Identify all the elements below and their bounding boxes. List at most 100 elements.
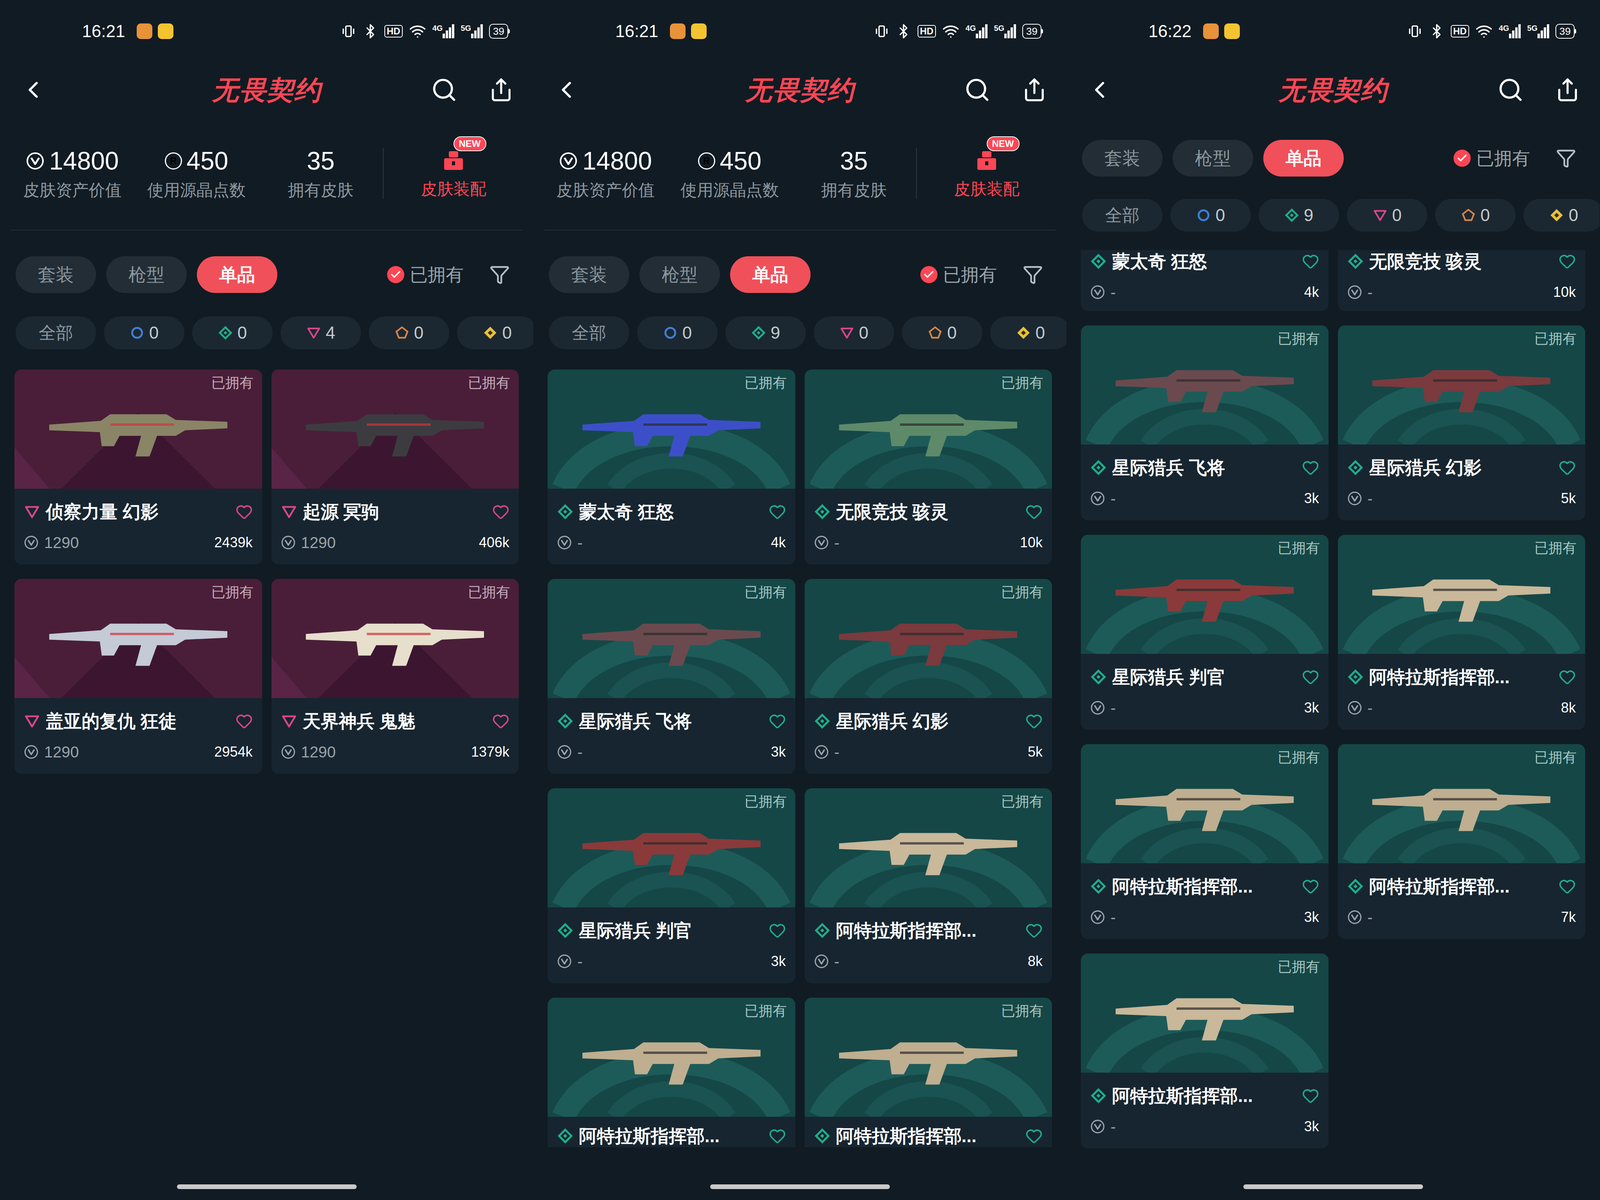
favorite-heart-icon[interactable] [235,712,253,730]
favorite-heart-icon[interactable] [768,712,786,730]
favorite-heart-icon[interactable] [768,1127,786,1145]
skin-card[interactable]: 无限竞技 骇灵-10k [1337,250,1586,311]
skin-card[interactable]: 已拥有星际猎兵 幻影-5k [1337,325,1586,521]
search-icon[interactable] [1497,76,1524,104]
favorite-heart-icon[interactable] [235,503,253,521]
share-icon[interactable] [1555,77,1581,103]
valorant-points-icon [1347,491,1363,506]
tier-filter-pill[interactable]: 0 [457,316,534,350]
back-icon[interactable] [1085,76,1114,104]
category-tab[interactable]: 单品 [730,256,811,293]
favorite-heart-icon[interactable] [1301,1087,1320,1105]
back-icon[interactable] [552,76,581,104]
tier-filter-pill[interactable]: 0 [103,316,185,350]
tier-filter-pill[interactable]: 0 [1435,198,1516,232]
skin-card[interactable]: 已拥有阿特拉斯指挥部...-8k [1337,534,1586,730]
favorite-heart-icon[interactable] [1558,252,1576,270]
search-icon[interactable] [430,76,458,104]
tier-filter-pill[interactable]: 全部 [1082,198,1163,232]
favorite-heart-icon[interactable] [492,503,510,521]
home-indicator[interactable] [1243,1184,1424,1190]
category-tab[interactable]: 单品 [196,256,278,293]
skin-card[interactable]: 已拥有星际猎兵 幻影-5k [804,578,1053,774]
category-tab[interactable]: 套装 [15,256,97,293]
owned-filter[interactable]: 已拥有 [387,265,464,284]
cellular-signal: 4G [1498,24,1522,39]
skin-card[interactable]: 已拥有盖亚的复仇 狂徒12902954k [14,578,263,774]
home-indicator[interactable] [176,1184,357,1190]
tier-filter-pill[interactable]: 4 [280,316,361,350]
tier-filter-pill[interactable]: 0 [368,316,450,350]
category-tab[interactable]: 单品 [1263,139,1344,177]
tier-filter-pill[interactable]: 9 [1258,198,1340,232]
skin-card[interactable]: 已拥有阿特拉斯指挥部... [804,997,1053,1148]
skin-card[interactable]: 已拥有阿特拉斯指挥部...-3k [1080,953,1329,1149]
tier-filter-pill[interactable]: 0 [901,316,983,350]
favorite-heart-icon[interactable] [1025,921,1043,940]
skin-card[interactable]: 已拥有侦察力量 幻影12902439k [14,369,263,565]
favorite-heart-icon[interactable] [1301,458,1320,477]
skin-loadout-button[interactable]: NEW皮肤装配 [916,149,1057,198]
favorite-heart-icon[interactable] [1301,252,1320,270]
share-icon[interactable] [1021,77,1047,103]
skin-card[interactable]: 蒙太奇 狂怒-4k [1080,250,1329,311]
search-icon[interactable] [964,76,991,104]
favorite-heart-icon[interactable] [1301,668,1320,686]
skin-card[interactable]: 已拥有蒙太奇 狂怒-4k [547,369,796,565]
skin-card[interactable]: 已拥有星际猎兵 判官-3k [547,788,796,984]
favorite-heart-icon[interactable] [1025,712,1043,730]
weapon-skin-icon [834,605,1022,672]
skin-card[interactable]: 已拥有阿特拉斯指挥部...-3k [1080,744,1329,940]
skin-card[interactable]: 已拥有星际猎兵 飞将-3k [1080,325,1329,521]
owned-filter[interactable]: 已拥有 [920,265,997,284]
filter-icon[interactable] [1555,148,1577,169]
filter-icon[interactable] [489,264,510,285]
home-indicator[interactable] [710,1184,890,1190]
favorite-heart-icon[interactable] [492,712,510,730]
favorite-heart-icon[interactable] [1025,503,1043,521]
skin-card[interactable]: 已拥有星际猎兵 判官-3k [1080,534,1329,730]
back-icon[interactable] [19,76,47,104]
skin-card[interactable]: 已拥有星际猎兵 飞将-3k [547,578,796,774]
category-tab[interactable]: 套装 [1082,139,1163,177]
favorite-heart-icon[interactable] [1558,458,1576,477]
tier-filter-pill[interactable]: 9 [725,316,806,350]
tier-filter-pill[interactable]: 全部 [15,316,97,350]
tier-filter-pill[interactable]: 0 [1346,198,1428,232]
tier-filter-pill[interactable]: 0 [990,316,1067,350]
tier-filter-pill[interactable]: 全部 [548,316,630,350]
skin-card[interactable]: 已拥有无限竞技 骇灵-10k [804,369,1053,565]
favorite-heart-icon[interactable] [1558,877,1576,895]
share-icon[interactable] [488,77,514,103]
ultra-tier-icon [1549,207,1565,223]
tier-filter-pill[interactable]: 0 [192,316,273,350]
checkmark-icon [923,268,935,281]
skin-card[interactable]: 已拥有起源 冥驹1290406k [271,369,520,565]
skin-card[interactable]: 已拥有阿特拉斯指挥部...-8k [804,788,1053,984]
skin-card[interactable]: 已拥有天界神兵 鬼魅12901379k [271,578,520,774]
category-tab[interactable]: 套装 [548,256,630,293]
tier-filter-pill[interactable]: 0 [813,316,895,350]
skin-card[interactable]: 已拥有阿特拉斯指挥部...-7k [1337,744,1586,940]
tier-filter-pill[interactable]: 0 [1170,198,1251,232]
favorite-heart-icon[interactable] [768,921,786,940]
tier-filter-pill[interactable]: 0 [1523,198,1600,232]
cellular-signal: 4G [432,24,455,39]
owned-filter[interactable]: 已拥有 [1453,149,1531,168]
gesture-area [1066,1152,1600,1200]
weapon-skin-icon [1110,351,1299,419]
skin-card[interactable]: 已拥有阿特拉斯指挥部... [547,997,796,1148]
favorite-heart-icon[interactable] [1025,1127,1043,1145]
skin-loadout-button[interactable]: NEW皮肤装配 [383,149,524,198]
tier-filter-pill[interactable]: 0 [637,316,718,350]
filter-icon[interactable] [1022,264,1043,285]
valorant-points-icon [280,535,296,550]
category-tab[interactable]: 枪型 [1172,139,1254,177]
valorant-points-icon [1347,700,1363,716]
category-tab[interactable]: 枪型 [639,256,720,293]
favorite-heart-icon[interactable] [1558,668,1576,686]
favorite-heart-icon[interactable] [768,503,786,521]
category-tab[interactable]: 枪型 [106,256,187,293]
favorite-heart-icon[interactable] [1301,877,1320,895]
stat-label: 使用源晶点数 [147,182,246,199]
